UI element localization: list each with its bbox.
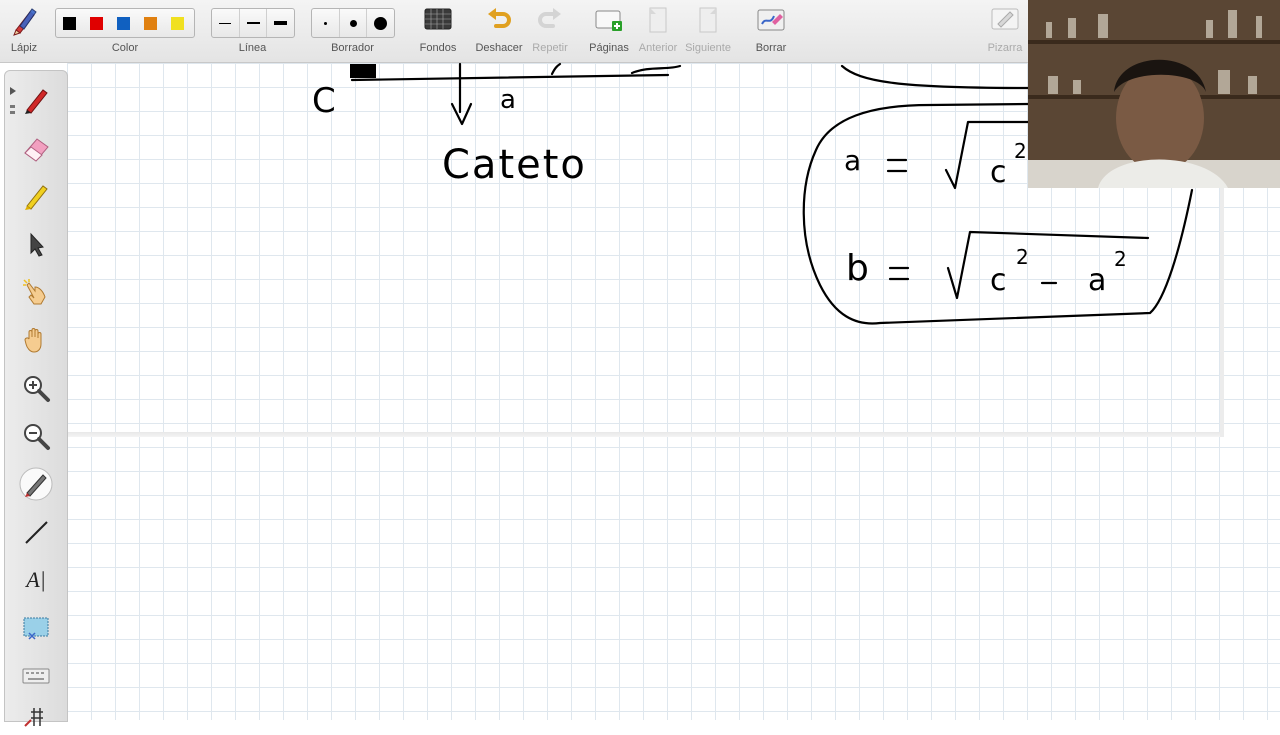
eraser-tool-button[interactable] [17, 129, 55, 167]
keyboard-tool-button[interactable] [17, 657, 55, 695]
side-a-label: a [500, 85, 516, 115]
formula-a-c: c [990, 155, 1007, 190]
zoom-out-tool-button[interactable] [17, 417, 55, 455]
red-pen-icon [25, 89, 48, 114]
line-tool-button[interactable] [17, 513, 55, 551]
text-tool-button[interactable]: A| [17, 561, 55, 599]
formula-a-exponent: 2 [1014, 139, 1027, 163]
screen-capture-icon [23, 617, 49, 640]
pen-nib-icon [19, 467, 53, 501]
formula-b-c: c [990, 263, 1007, 298]
arrow-cursor-icon [30, 232, 44, 257]
formula-b-a-exponent: 2 [1114, 247, 1127, 271]
straight-line-icon [25, 521, 48, 544]
formula-b-c-exponent: 2 [1016, 245, 1029, 269]
formula-b-a: a [1088, 263, 1106, 298]
pointing-hand-icon [23, 279, 46, 305]
zoom-out-icon [24, 424, 50, 450]
screen-capture-tool-button[interactable] [17, 609, 55, 647]
triangle-base-line [350, 73, 670, 82]
right-angle-mark [350, 64, 376, 78]
zoom-in-tool-button[interactable] [17, 369, 55, 407]
keyboard-icon [22, 668, 50, 684]
ink-stroke [840, 64, 1030, 90]
text-tool-icon: A| [26, 567, 46, 592]
open-hand-icon [24, 328, 42, 353]
cateto-word: Cateto [442, 142, 587, 188]
webcam-overlay [1028, 0, 1280, 188]
webcam-video-frame [1028, 0, 1280, 188]
arrow-head [450, 102, 473, 126]
pen-width-tool-button[interactable] [17, 465, 55, 503]
formula-b-variable: b [846, 248, 869, 289]
zoom-in-icon [24, 376, 50, 402]
pan-tool-button[interactable] [17, 321, 55, 359]
pointer-tool-button[interactable] [17, 273, 55, 311]
tool-palette: A| [4, 70, 68, 727]
pen-tool-button[interactable] [17, 81, 55, 119]
eraser-icon [24, 138, 49, 162]
grid-icon [24, 708, 43, 727]
highlighter-icon [25, 185, 48, 210]
formula-a-variable: a [844, 144, 861, 177]
ink-stroke [630, 64, 682, 75]
select-tool-button[interactable] [17, 225, 55, 263]
vertex-c-label: C [312, 81, 336, 121]
ink-stroke [550, 62, 562, 76]
grid-tool-button[interactable] [17, 697, 55, 735]
highlighter-tool-button[interactable] [17, 177, 55, 215]
